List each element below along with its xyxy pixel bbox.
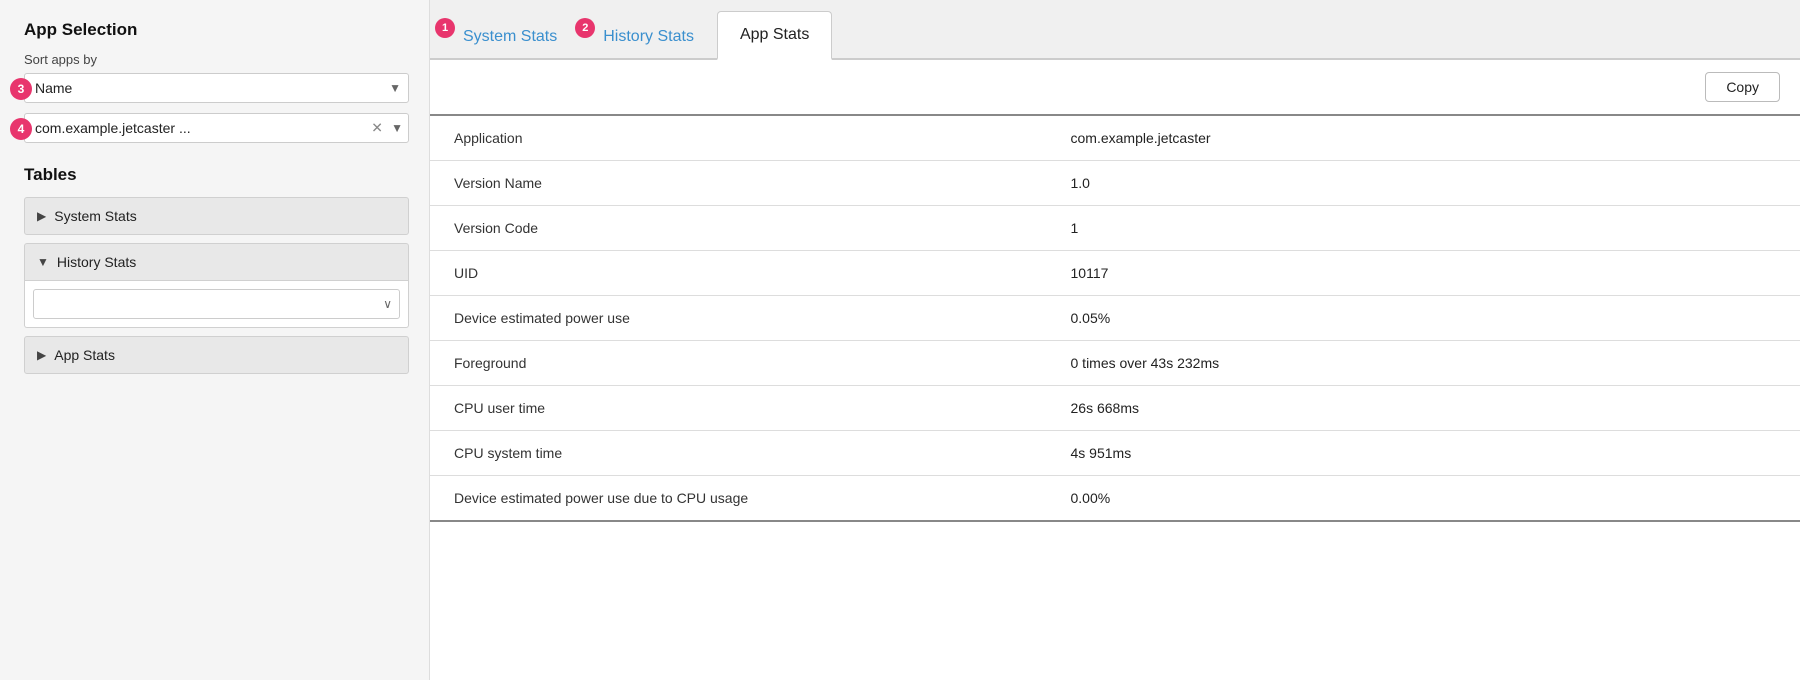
stat-key: CPU user time bbox=[430, 386, 1047, 431]
sidebar-title: App Selection bbox=[24, 20, 409, 40]
history-stats-content: ∨ bbox=[24, 281, 409, 328]
app-stats-header[interactable]: ▶ App Stats bbox=[24, 336, 409, 374]
table-row: Version Name1.0 bbox=[430, 161, 1800, 206]
system-stats-header[interactable]: ▶ System Stats bbox=[24, 197, 409, 235]
stat-value: 10117 bbox=[1047, 251, 1800, 296]
tab-history-stats-label: History Stats bbox=[603, 28, 694, 46]
table-row: Applicationcom.example.jetcaster bbox=[430, 115, 1800, 161]
system-stats-label: System Stats bbox=[54, 208, 136, 224]
stat-value: 1 bbox=[1047, 206, 1800, 251]
stat-value: 0.00% bbox=[1047, 476, 1800, 522]
stat-value: 1.0 bbox=[1047, 161, 1800, 206]
stat-value: 26s 668ms bbox=[1047, 386, 1800, 431]
main-panel: 1 System Stats 2 History Stats App Stats… bbox=[430, 0, 1800, 680]
stats-table: Applicationcom.example.jetcasterVersion … bbox=[430, 114, 1800, 522]
stat-key: Device estimated power use due to CPU us… bbox=[430, 476, 1047, 522]
tab-app-stats-label: App Stats bbox=[740, 26, 809, 44]
app-select[interactable]: com.example.jetcaster ... bbox=[24, 113, 409, 143]
history-stats-arrow-icon: ▼ bbox=[37, 255, 49, 269]
stat-key: Foreground bbox=[430, 341, 1047, 386]
table-row: Foreground0 times over 43s 232ms bbox=[430, 341, 1800, 386]
app-stats-section: ▶ App Stats bbox=[24, 336, 409, 374]
table-row: Device estimated power use due to CPU us… bbox=[430, 476, 1800, 522]
stat-value: com.example.jetcaster bbox=[1047, 115, 1800, 161]
app-select-wrapper: com.example.jetcaster ... ✕ ▼ bbox=[24, 113, 409, 143]
sort-label: Sort apps by bbox=[24, 52, 409, 67]
history-stats-label: History Stats bbox=[57, 254, 136, 270]
sort-select[interactable]: Name Usage CPU bbox=[24, 73, 409, 103]
table-row: Version Code1 bbox=[430, 206, 1800, 251]
app-badge: 4 bbox=[10, 118, 32, 140]
tab-system-stats[interactable]: 1 System Stats bbox=[440, 13, 580, 60]
copy-bar: Copy bbox=[430, 60, 1800, 114]
history-stats-select[interactable] bbox=[33, 289, 400, 319]
app-stats-arrow-icon: ▶ bbox=[37, 348, 46, 362]
history-stats-section: ▼ History Stats ∨ bbox=[24, 243, 409, 328]
stat-key: Version Code bbox=[430, 206, 1047, 251]
table-row: UID10117 bbox=[430, 251, 1800, 296]
app-stats-label: App Stats bbox=[54, 347, 115, 363]
stat-value: 4s 951ms bbox=[1047, 431, 1800, 476]
sort-select-wrapper: Name Usage CPU ▼ bbox=[24, 73, 409, 103]
tab-system-stats-label: System Stats bbox=[463, 28, 557, 46]
sidebar: App Selection Sort apps by 3 Name Usage … bbox=[0, 0, 430, 680]
sort-badge: 3 bbox=[10, 78, 32, 100]
system-stats-arrow-icon: ▶ bbox=[37, 209, 46, 223]
system-stats-section: ▶ System Stats bbox=[24, 197, 409, 235]
tab-history-stats-badge: 2 bbox=[575, 18, 595, 38]
stat-key: Device estimated power use bbox=[430, 296, 1047, 341]
content-area: Copy Applicationcom.example.jetcasterVer… bbox=[430, 60, 1800, 680]
stat-key: UID bbox=[430, 251, 1047, 296]
tabs-bar: 1 System Stats 2 History Stats App Stats bbox=[430, 0, 1800, 60]
stat-key: CPU system time bbox=[430, 431, 1047, 476]
history-stats-header[interactable]: ▼ History Stats bbox=[24, 243, 409, 281]
stat-key: Application bbox=[430, 115, 1047, 161]
table-row: Device estimated power use0.05% bbox=[430, 296, 1800, 341]
tab-app-stats[interactable]: App Stats bbox=[717, 11, 832, 60]
copy-button[interactable]: Copy bbox=[1705, 72, 1780, 102]
stat-value: 0 times over 43s 232ms bbox=[1047, 341, 1800, 386]
stat-key: Version Name bbox=[430, 161, 1047, 206]
tab-history-stats[interactable]: 2 History Stats bbox=[580, 13, 717, 60]
table-row: CPU user time26s 668ms bbox=[430, 386, 1800, 431]
tables-title: Tables bbox=[24, 165, 409, 185]
app-select-clear-icon[interactable]: ✕ bbox=[371, 120, 383, 137]
stat-value: 0.05% bbox=[1047, 296, 1800, 341]
tab-system-stats-badge: 1 bbox=[435, 18, 455, 38]
table-row: CPU system time4s 951ms bbox=[430, 431, 1800, 476]
